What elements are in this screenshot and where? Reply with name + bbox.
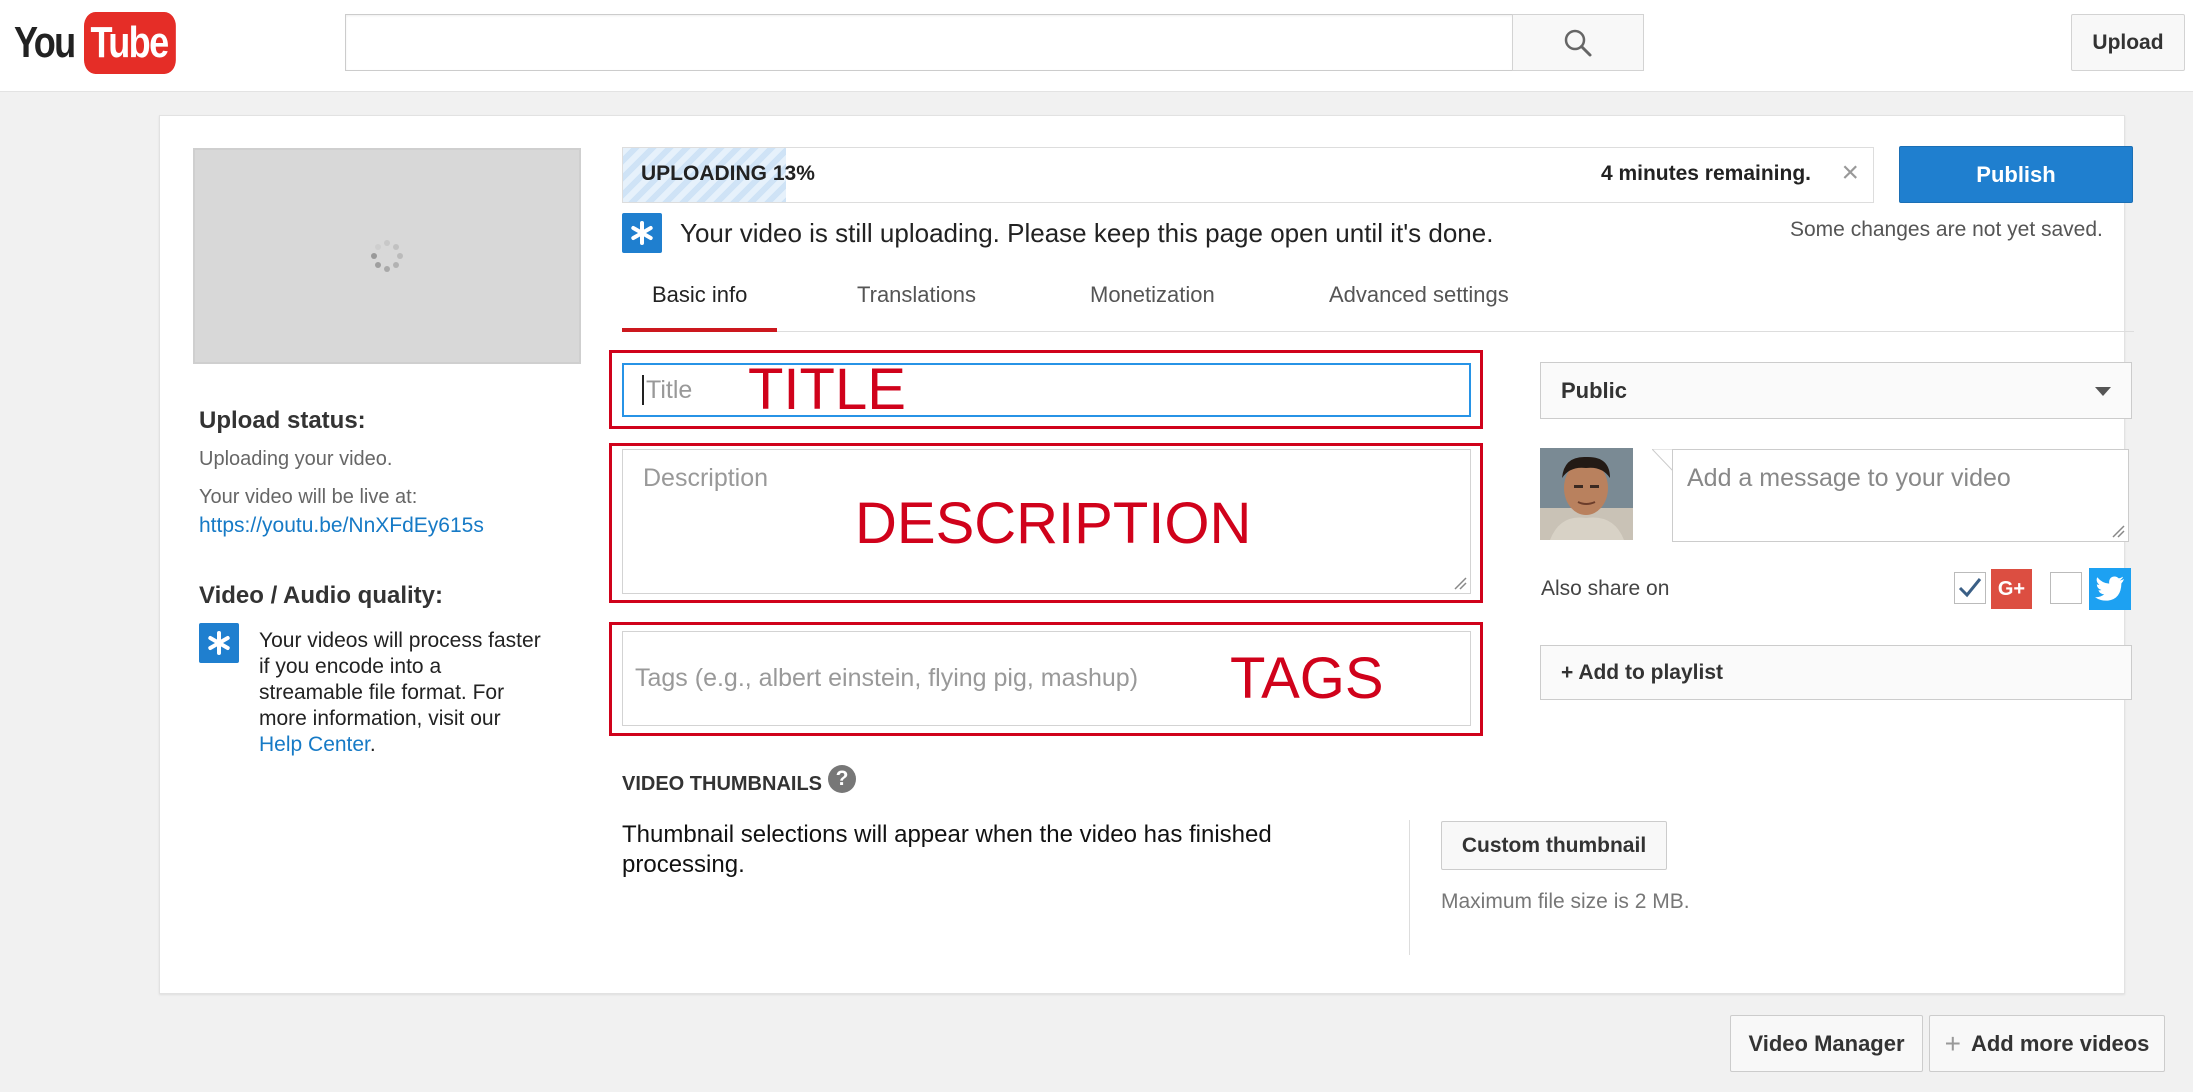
resize-handle-icon[interactable]: [1453, 576, 1467, 590]
unsaved-changes-text: Some changes are not yet saved.: [1790, 218, 2103, 241]
tags-annotation-label: TAGS: [1230, 646, 1384, 711]
title-annotation-label: TITLE: [748, 357, 906, 422]
logo-tube-text: Tube: [84, 12, 176, 74]
video-preview: [193, 148, 581, 364]
live-at-text: Your video will be live at:: [199, 486, 418, 508]
gplus-checkbox[interactable]: [1954, 572, 1986, 604]
chevron-down-icon: [2095, 387, 2111, 396]
thumbnail-divider: [1409, 820, 1410, 955]
google-plus-icon[interactable]: G+: [1991, 569, 2032, 609]
title-placeholder: Title: [646, 375, 693, 404]
thumbnail-processing-text: Thumbnail selections will appear when th…: [622, 821, 1272, 878]
quality-note-text: Your videos will process faster if you e…: [259, 629, 541, 730]
avatar-portrait-icon: [1540, 448, 1633, 540]
share-message-input[interactable]: Add a message to your video: [1672, 449, 2129, 542]
help-center-link[interactable]: Help Center: [259, 733, 370, 756]
upload-notice-text: Your video is still uploading. Please ke…: [680, 217, 1494, 248]
share-message-placeholder: Add a message to your video: [1687, 464, 2011, 492]
loading-spinner-icon: [371, 240, 403, 272]
notice-info-icon: [622, 213, 662, 253]
info-icon: [199, 623, 239, 663]
text-cursor: [642, 375, 644, 405]
cancel-upload-close-icon[interactable]: ×: [1841, 158, 1859, 188]
upload-progress-label: UPLOADING 13%: [641, 162, 815, 185]
video-thumbnails-heading: VIDEO THUMBNAILS ?: [622, 764, 856, 796]
search-input[interactable]: [345, 14, 1513, 71]
privacy-dropdown[interactable]: Public: [1540, 362, 2132, 419]
plus-icon: +: [1944, 1027, 1961, 1059]
tab-basic-info[interactable]: Basic info: [622, 282, 778, 332]
youtube-logo[interactable]: You Tube: [14, 12, 196, 74]
tags-placeholder: Tags (e.g., albert einstein, flying pig,…: [635, 664, 1139, 692]
privacy-value: Public: [1561, 377, 1628, 403]
tab-monetization[interactable]: Monetization: [1060, 282, 1245, 332]
upload-status-text: Uploading your video.: [199, 448, 393, 470]
help-icon[interactable]: ?: [828, 764, 856, 793]
search-button[interactable]: [1512, 14, 1644, 71]
time-remaining: 4 minutes remaining.: [1600, 162, 1811, 185]
add-more-videos-label: Add more videos: [1970, 1030, 2150, 1056]
upload-progress-bar: UPLOADING 13% 4 minutes remaining. ×: [622, 147, 1874, 203]
also-share-label: Also share on: [1541, 577, 1670, 600]
custom-thumbnail-button[interactable]: Custom thumbnail: [1441, 821, 1667, 870]
video-manager-button[interactable]: Video Manager: [1730, 1015, 1923, 1072]
masthead: You Tube Upload: [0, 0, 2193, 92]
tab-advanced-settings[interactable]: Advanced settings: [1299, 282, 1539, 332]
tab-translations[interactable]: Translations: [827, 282, 1006, 332]
video-url-link[interactable]: https://youtu.be/NnXFdEy615s: [199, 514, 484, 538]
publish-button[interactable]: Publish: [1899, 146, 2133, 203]
quality-note-suffix: .: [369, 733, 376, 756]
upload-notice: Your video is still uploading. Please ke…: [622, 213, 1493, 253]
tab-bar: Basic info Translations Monetization Adv…: [622, 272, 2134, 332]
resize-handle-icon[interactable]: [2111, 524, 2125, 538]
twitter-bird-icon: [2095, 576, 2124, 601]
video-thumbnails-heading-text: VIDEO THUMBNAILS: [622, 773, 822, 795]
speech-bubble-tail-icon: [1652, 449, 1674, 472]
upload-button[interactable]: Upload: [2071, 14, 2185, 71]
avatar: [1540, 448, 1633, 540]
max-file-size-text: Maximum file size is 2 MB.: [1441, 890, 1690, 913]
search-icon: [1564, 29, 1592, 56]
quality-heading: Video / Audio quality:: [199, 582, 444, 609]
add-to-playlist-button[interactable]: + Add to playlist: [1540, 645, 2132, 700]
logo-you-text: You: [14, 18, 76, 67]
description-placeholder: Description: [643, 464, 769, 492]
upload-status-heading: Upload status:: [199, 407, 366, 434]
checkmark-icon: [1958, 578, 1982, 598]
description-annotation-label: DESCRIPTION: [855, 491, 1252, 556]
add-more-videos-button[interactable]: + Add more videos: [1929, 1015, 2165, 1072]
twitter-checkbox[interactable]: [2050, 572, 2082, 604]
quality-note: Your videos will process faster if you e…: [259, 628, 549, 758]
twitter-icon[interactable]: [2089, 568, 2131, 610]
